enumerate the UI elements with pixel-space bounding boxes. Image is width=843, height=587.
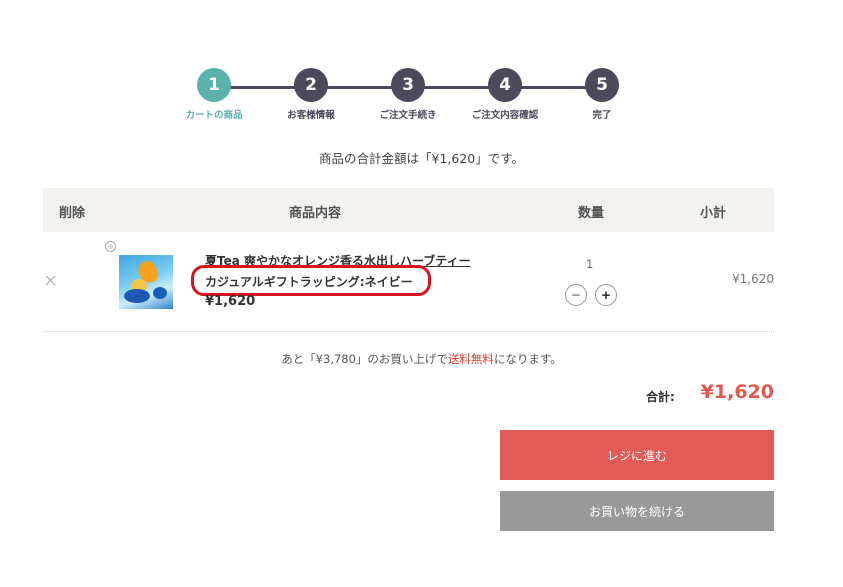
cart-total-message: 商品の合計金額は「¥1,620」です。 — [319, 151, 524, 166]
header-content: 商品内容 — [289, 206, 342, 221]
quantity-value: 1 — [586, 257, 594, 271]
header-quantity: 数量 — [578, 206, 605, 221]
cart-item-row: × ◎ 夏Tea 爽やかなオレンジ香る水出しハーブティー カジュアルギフトラッピ… — [43, 232, 774, 332]
free-shipping-highlight: 送料無料 — [447, 352, 494, 366]
step-label: お客様情報 — [287, 110, 335, 121]
step-label: ご注文手続き — [379, 110, 437, 121]
product-price: ¥1,620 — [205, 294, 256, 309]
checkout-button[interactable]: レジに進む — [500, 430, 774, 480]
badge-icon: ◎ — [105, 241, 116, 252]
delete-icon[interactable]: × — [43, 270, 58, 291]
continue-shopping-button[interactable]: お買い物を続ける — [500, 491, 774, 531]
quantity-decrease-button[interactable]: − — [565, 284, 587, 306]
step-order-procedure: 3 ご注文手続き — [364, 68, 452, 121]
step-label: 完了 — [592, 110, 612, 121]
step-label: カートの商品 — [185, 110, 243, 121]
header-subtotal: 小計 — [700, 206, 727, 221]
total-value: ¥1,620 — [700, 381, 774, 403]
product-thumbnail[interactable] — [119, 255, 173, 309]
free-shipping-message: あと「¥3,780」のお買い上げで送料無料になります。 — [0, 351, 843, 367]
item-subtotal: ¥1,620 — [732, 272, 774, 286]
step-number: 4 — [488, 68, 522, 102]
step-number: 5 — [585, 68, 619, 102]
quantity-increase-button[interactable]: + — [595, 284, 617, 306]
thumb-shape — [124, 289, 150, 303]
total-label: 合計: — [646, 390, 675, 404]
step-number: 1 — [197, 68, 231, 102]
step-cart: 1 カートの商品 — [170, 68, 258, 121]
highlight-annotation — [191, 265, 431, 296]
step-customer-info: 2 お客様情報 — [267, 68, 355, 121]
step-number: 2 — [294, 68, 328, 102]
header-delete: 削除 — [59, 206, 86, 221]
checkout-stepper: 1 カートの商品 2 お客様情報 3 ご注文手続き 4 ご注文内容確認 5 完了 — [170, 68, 632, 124]
step-complete: 5 完了 — [558, 68, 646, 121]
shipping-suffix: になります。 — [493, 352, 562, 366]
step-number: 3 — [391, 68, 425, 102]
cart-table-header: 削除 商品内容 数量 小計 — [43, 188, 774, 232]
step-order-confirm: 4 ご注文内容確認 — [461, 68, 549, 121]
shipping-prefix: あと「¥3,780」のお買い上げで — [281, 352, 448, 366]
step-label: ご注文内容確認 — [471, 110, 539, 121]
thumb-shape — [153, 287, 167, 299]
